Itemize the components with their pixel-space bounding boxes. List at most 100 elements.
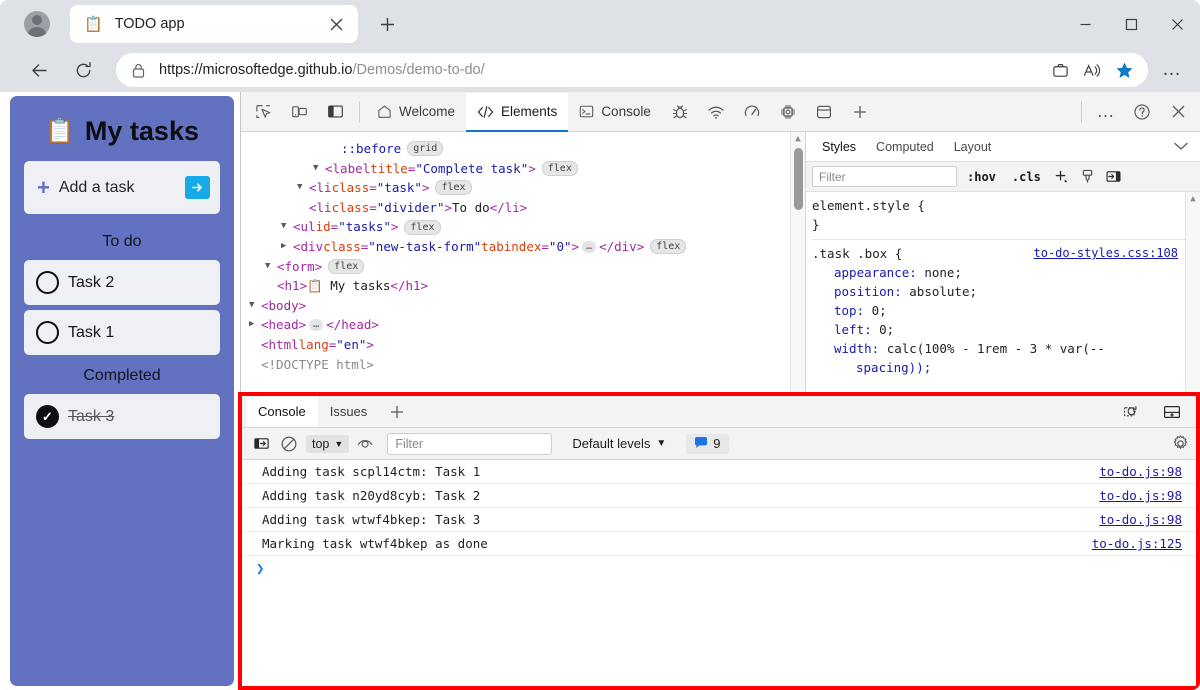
application-icon[interactable] [808,97,840,127]
toggle-element-state-icon[interactable] [1103,166,1125,188]
console-message-source-link[interactable]: to-do.js:98 [1099,488,1182,503]
reload-button[interactable] [66,53,100,87]
read-aloud-icon[interactable] [1076,55,1108,85]
scroll-up-arrow[interactable]: ▲ [791,132,805,146]
dock-side-icon[interactable] [319,97,351,127]
more-tools-icon[interactable]: … [1090,97,1122,127]
css-declaration[interactable]: appearance: none; [812,263,1200,282]
css-rule[interactable]: to-do-styles.css:108 .task .box {appearan… [812,244,1200,379]
expand-triangle-open-icon[interactable]: ▼ [297,178,309,198]
color-picker-icon[interactable] [1077,166,1099,188]
debugger-icon[interactable] [664,97,696,127]
console-message-row[interactable]: Adding task scpl14ctm: Task 1 to-do.js:98 [242,460,1196,484]
layout-badge[interactable]: flex [541,160,578,176]
layout-badge[interactable]: flex [328,258,365,274]
styles-filter-input[interactable]: Filter [812,166,957,187]
new-task-input[interactable]: Add a task [59,179,185,197]
console-sidebar-icon[interactable] [250,433,272,455]
task-row[interactable]: Task 2 [24,260,220,305]
console-message-source-link[interactable]: to-do.js:125 [1092,536,1182,551]
tab-styles[interactable]: Styles [812,133,867,160]
collections-icon[interactable] [1044,55,1076,85]
console-settings-gear-icon[interactable] [1171,434,1190,453]
task-checkbox-checked[interactable]: ✓ [36,405,59,428]
chevron-down-icon[interactable] [1174,138,1188,156]
log-levels-selector[interactable]: Default levels ▼ [572,436,666,451]
close-devtools-icon[interactable] [1162,97,1194,127]
back-button[interactable] [22,53,56,87]
expand-triangle-open-icon[interactable]: ▼ [313,159,325,179]
close-window-button[interactable] [1154,2,1200,46]
dom-tree-node[interactable]: ▼ < li class = "task" > flex [249,178,805,198]
new-task-form[interactable]: + Add a task [24,161,220,214]
dom-tree-node[interactable]: ▼ < ul id = "tasks" > flex [249,217,805,237]
dom-tree-node[interactable]: ·::before grid [249,139,805,159]
toggle-class-button[interactable]: .cls [1006,170,1047,184]
submit-task-button[interactable] [185,176,210,199]
new-tab-button[interactable] [372,9,402,39]
browser-tab[interactable]: 📋 TODO app [70,5,358,43]
layout-badge[interactable]: grid [407,141,444,157]
maximize-button[interactable] [1108,2,1154,46]
layout-badge[interactable]: flex [650,239,687,255]
task-row[interactable]: ✓ Task 3 [24,394,220,439]
expand-ellipsis-button[interactable]: … [309,319,324,332]
execution-context-selector[interactable]: top ▼ [306,434,350,453]
dom-tree-node[interactable]: ▼ < body > [249,296,805,316]
message-count-badge[interactable]: 9 [686,433,729,454]
task-checkbox[interactable] [36,321,59,344]
css-declaration[interactable]: left: 0; [812,320,1200,339]
expand-triangle-open-icon[interactable]: ▼ [249,296,261,316]
console-message-row[interactable]: Adding task n20yd8cyb: Task 2 to-do.js:98 [242,484,1196,508]
css-declaration[interactable]: spacing)); [812,358,1200,377]
drawer-tab-console[interactable]: Console [246,396,318,427]
devtools-tab-elements[interactable]: Elements [466,93,569,132]
console-message-list[interactable]: Adding task scpl14ctm: Task 1 to-do.js:98… [242,460,1196,686]
memory-icon[interactable] [772,97,804,127]
devtools-tab-welcome[interactable]: Welcome [366,93,466,132]
dock-drawer-icon[interactable] [1156,397,1188,427]
help-icon[interactable] [1126,97,1158,127]
scrollbar-thumb[interactable] [794,148,803,210]
device-emulation-icon[interactable] [283,97,315,127]
dom-tree-node[interactable]: ·<h1>📋 My tasks</h1> [249,276,805,296]
performance-icon[interactable] [736,97,768,127]
tab-computed[interactable]: Computed [866,134,944,160]
dom-tree-node[interactable]: ▼ < label title = "Complete task" > flex [249,159,805,179]
favorite-star-icon[interactable] [1108,55,1140,85]
console-message-row[interactable]: Marking task wtwf4bkep as done to-do.js:1… [242,532,1196,556]
expand-triangle-open-icon[interactable]: ▼ [265,257,277,277]
css-declaration[interactable]: width: calc(100% - 1rem - 3 * var(-- [812,339,1200,358]
layout-badge[interactable]: flex [435,180,472,196]
close-icon[interactable] [324,12,348,36]
css-declaration[interactable]: top: 0; [812,301,1200,320]
css-source-link[interactable]: to-do-styles.css:108 [1034,244,1179,263]
network-icon[interactable] [700,97,732,127]
dom-tree-node[interactable]: ·<!DOCTYPE html> [249,355,805,375]
dom-tree-node[interactable]: ▼ < form > flex [249,257,805,277]
css-selector[interactable]: element.style { [812,196,1200,215]
dom-tree-node[interactable]: ·<html lang="en"> [249,335,805,355]
drawer-tab-issues[interactable]: Issues [318,396,380,427]
console-message-source-link[interactable]: to-do.js:98 [1099,464,1182,479]
devtools-tab-console[interactable]: Console [568,93,662,132]
task-row[interactable]: Task 1 [24,310,220,355]
css-declaration[interactable]: position: absolute; [812,282,1200,301]
console-message-source-link[interactable]: to-do.js:98 [1099,512,1182,527]
address-bar[interactable]: https://microsoftedge.github.io/Demos/de… [116,53,1148,87]
dom-tree-node[interactable]: ·<li class="divider">To do</li> [249,198,805,218]
clear-console-icon[interactable] [278,433,300,455]
css-rule[interactable]: element.style {} [812,196,1200,236]
layout-badge[interactable]: flex [404,219,441,235]
new-style-rule-icon[interactable] [1051,166,1073,188]
browser-settings-more-button[interactable]: … [1154,53,1190,87]
profile-button[interactable] [22,9,52,39]
expand-triangle-closed-icon[interactable]: ▶ [249,315,261,335]
task-checkbox[interactable] [36,271,59,294]
console-filter-input[interactable]: Filter [387,432,553,455]
expand-triangle-closed-icon[interactable]: ▶ [281,237,293,257]
expand-ellipsis-button[interactable]: … [582,240,597,253]
minimize-button[interactable] [1062,2,1108,46]
toggle-pseudo-states-button[interactable]: :hov [961,170,1002,184]
live-expression-eye-icon[interactable] [355,433,377,455]
